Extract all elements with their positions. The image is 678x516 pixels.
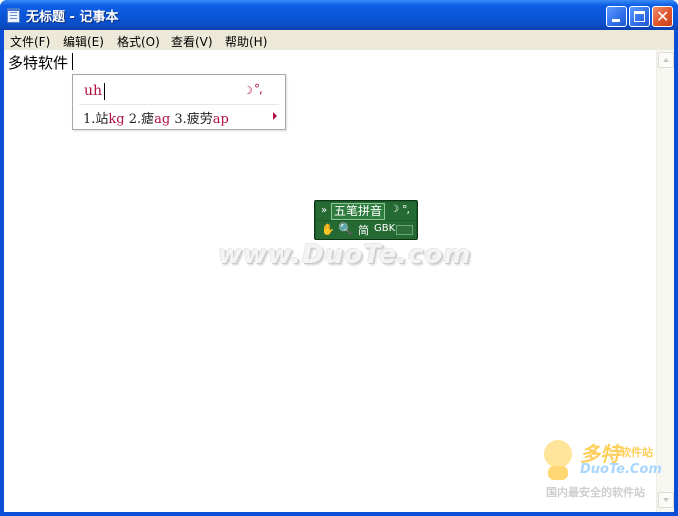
window-title: 无标题 - 记事本 — [26, 10, 119, 25]
ime-candidate-list: 1.站kg 2.瘧ag 3.疲劳ap — [83, 108, 229, 127]
halfwidth-moon-icon[interactable]: ☽ — [390, 204, 399, 215]
menu-help[interactable]: 帮助(H) — [225, 33, 267, 50]
watermark-logo-url: DuoTe.Com — [580, 462, 662, 477]
minimize-icon — [612, 19, 620, 22]
menu-edit[interactable]: 编辑(E) — [63, 33, 104, 50]
search-icon[interactable]: 🔍 — [338, 222, 353, 236]
candidate-1[interactable]: 1.站kg — [83, 112, 125, 127]
ime-status-bar[interactable]: » 五笔拼音 ☽ °, ✋ 🔍 简 GBK — [314, 200, 418, 240]
candidate-2[interactable]: 2.瘧ag — [125, 112, 171, 127]
watermark-slogan: 国内最安全的软件站 — [546, 486, 645, 499]
input-mode-button[interactable]: 五笔拼音 — [331, 203, 386, 220]
ime-divider — [79, 104, 279, 105]
mascot-body — [548, 466, 568, 480]
mascot-head — [544, 440, 572, 468]
charset-toggle[interactable]: GBK — [374, 223, 395, 234]
maximize-button[interactable] — [629, 6, 650, 27]
candidate-2-word: 2.瘧 — [124, 112, 155, 127]
ime-composition-input: uh — [84, 83, 103, 99]
ime-status-row-top: » 五笔拼音 ☽ °, — [316, 202, 416, 220]
menu-view[interactable]: 查看(V) — [171, 33, 213, 50]
watermark-logo: 多特 软件站 DuoTe.Com 国内最安全的软件站 — [540, 436, 678, 506]
menu-file[interactable]: 文件(F) — [10, 33, 50, 50]
candidate-1-code: kg — [108, 112, 125, 127]
window-border-bottom — [0, 512, 678, 516]
halfwidth-moon-icon[interactable]: ☽ — [243, 84, 253, 97]
menu-bar: 文件(F) 编辑(E) 格式(O) 查看(V) 帮助(H) — [4, 30, 674, 50]
window-border-left — [0, 30, 4, 516]
text-caret — [72, 53, 73, 70]
next-page-arrow-icon[interactable] — [273, 112, 277, 120]
candidate-3-word: 3.疲劳 — [170, 112, 213, 127]
watermark-logo-sub: 软件站 — [620, 446, 653, 459]
arrow-up-icon — [663, 58, 669, 62]
candidate-2-code: ag — [154, 112, 171, 127]
candidate-3[interactable]: 3.疲劳ap — [170, 112, 229, 127]
expand-chevron-icon[interactable]: » — [321, 204, 327, 218]
notepad-icon[interactable] — [7, 8, 20, 23]
menu-format[interactable]: 格式(O) — [117, 33, 160, 50]
punctuation-icon[interactable]: °, — [402, 203, 410, 216]
ime-candidate-popup: uh ☽ °, 1.站kg 2.瘧ag 3.疲劳ap — [72, 74, 286, 130]
candidate-1-word: 1.站 — [83, 112, 109, 127]
minimize-button[interactable] — [606, 6, 627, 27]
close-button[interactable]: ✕ — [652, 6, 673, 27]
scroll-up-button[interactable] — [658, 52, 674, 68]
close-icon: ✕ — [656, 7, 670, 26]
watermark-center: www.DuoTe.com — [218, 240, 472, 270]
ime-caret — [104, 83, 105, 100]
soft-keyboard-icon[interactable] — [396, 225, 413, 235]
ime-status-row-bottom: ✋ 🔍 简 GBK — [316, 221, 416, 239]
simplified-toggle[interactable]: 简 — [358, 222, 369, 238]
candidate-3-code: ap — [212, 112, 229, 127]
hand-icon[interactable]: ✋ — [321, 223, 335, 236]
title-bar[interactable]: 无标题 - 记事本 ✕ — [0, 0, 678, 30]
maximize-icon — [634, 11, 645, 22]
editor-content[interactable]: 多特软件 — [8, 52, 68, 73]
punctuation-icon[interactable]: °, — [254, 82, 263, 96]
